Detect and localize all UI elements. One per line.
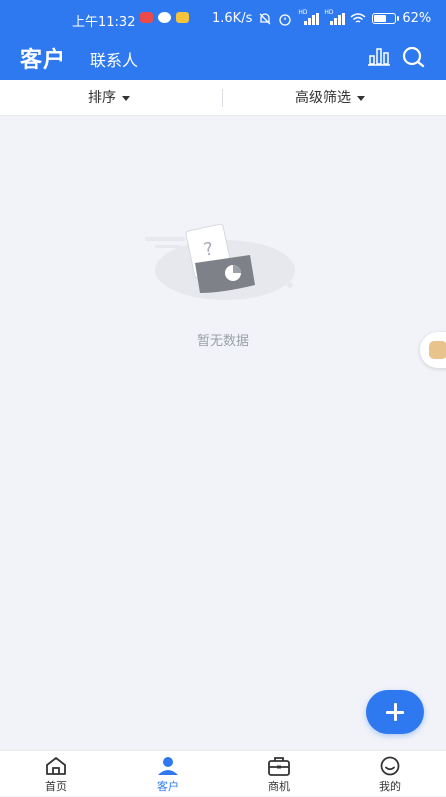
mute-bell-icon (259, 12, 271, 24)
briefcase-icon (268, 757, 290, 776)
assistant-icon (429, 341, 446, 359)
page-title[interactable]: 客户 (20, 42, 66, 74)
tab-label: 首页 (45, 780, 67, 793)
app-header: 上午11:32 1.6K/s HD HD 62% 客户 联系人 (0, 0, 446, 80)
status-right: 1.6K/s HD HD 62% (212, 9, 432, 27)
chart-icon[interactable] (368, 46, 390, 66)
caret-down-icon (122, 95, 130, 101)
status-bar: 上午11:32 1.6K/s HD HD 62% (0, 8, 446, 31)
floating-side-handle[interactable] (420, 332, 446, 368)
advanced-filter-dropdown[interactable]: 高级筛选 (295, 80, 365, 116)
tab-home[interactable]: 首页 (16, 751, 96, 797)
filter-divider (222, 89, 223, 107)
filter-bar: 排序 高级筛选 (0, 80, 446, 116)
tab-label: 客户 (157, 780, 179, 793)
tab-customers[interactable]: 客户 (128, 751, 208, 797)
person-icon (158, 757, 178, 775)
tab-label: 我的 (379, 780, 401, 793)
empty-state-illustration: ? (145, 223, 295, 300)
net-speed: 1.6K/s (212, 11, 253, 26)
app-notification-icon (158, 12, 171, 23)
caret-down-icon (357, 95, 365, 101)
add-customer-button[interactable] (366, 690, 424, 734)
app-notification-icon (140, 12, 153, 23)
status-time: 上午11:32 (72, 15, 136, 30)
sort-label: 排序 (88, 90, 116, 106)
tab-mine[interactable]: 我的 (350, 751, 430, 797)
tab-contacts[interactable]: 联系人 (90, 47, 138, 71)
signal-icon: HD (298, 9, 320, 25)
app-notification-icon (176, 12, 189, 23)
empty-state-text: 暂无数据 (196, 334, 249, 349)
tab-label: 商机 (268, 780, 290, 793)
battery-icon (372, 13, 400, 24)
status-app-icons (140, 12, 189, 23)
sort-dropdown[interactable]: 排序 (88, 80, 130, 116)
alarm-icon (279, 13, 292, 26)
smile-icon (380, 756, 400, 776)
search-icon[interactable] (402, 46, 426, 68)
home-icon (46, 757, 66, 775)
plus-icon (393, 703, 397, 721)
battery-level: 62% (402, 11, 432, 26)
bottom-tab-bar: 首页 客户 商机 我的 (0, 750, 446, 796)
wifi-icon (350, 12, 366, 23)
signal-icon: HD (324, 9, 346, 25)
advanced-filter-label: 高级筛选 (295, 90, 351, 106)
tab-opportunities[interactable]: 商机 (239, 751, 319, 797)
